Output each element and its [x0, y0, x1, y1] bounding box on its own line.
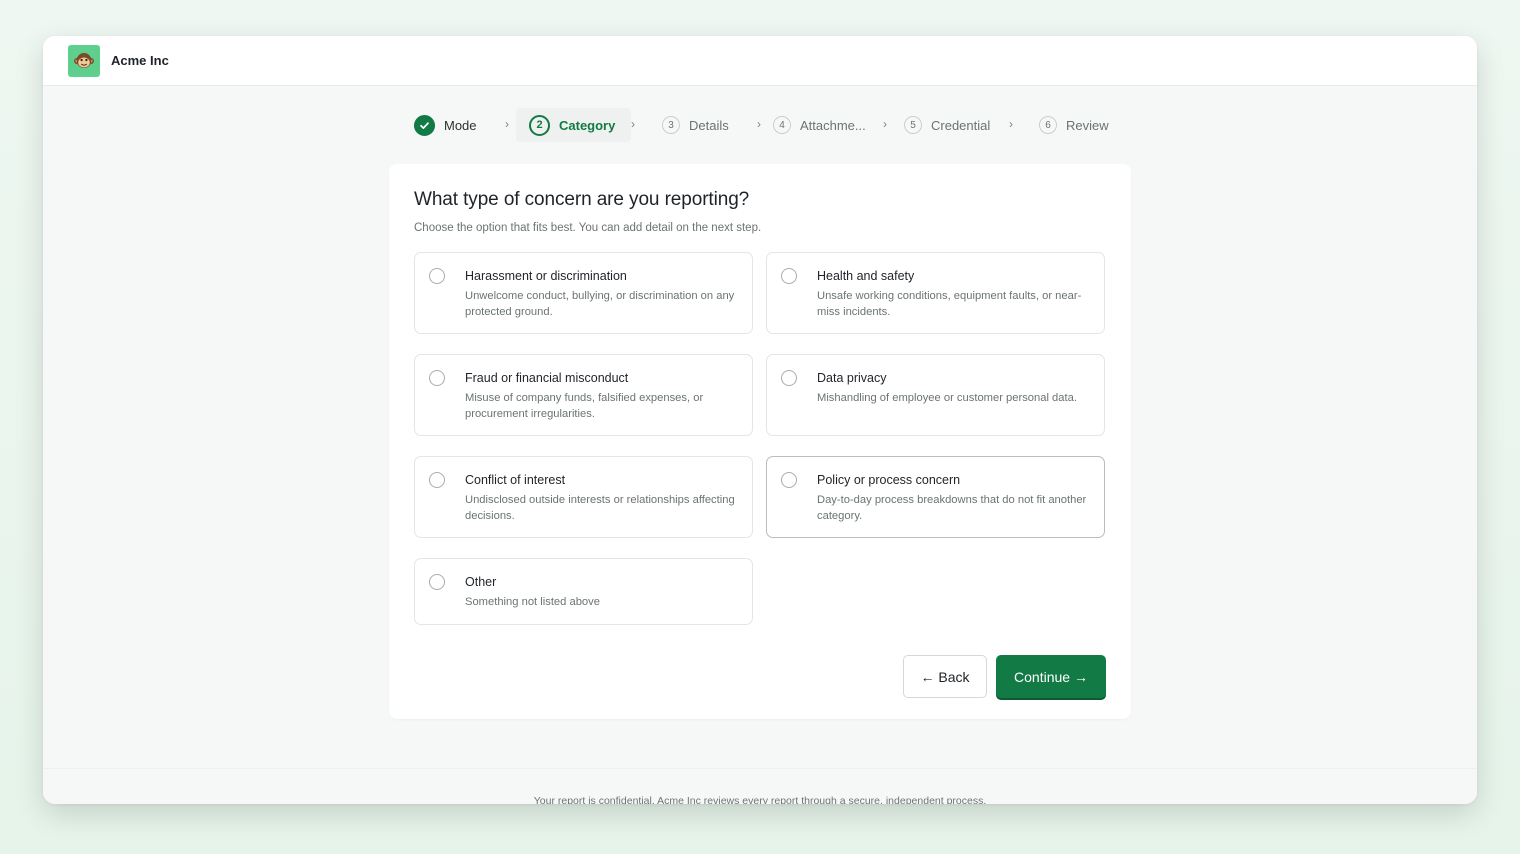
option-policy-process[interactable]: Policy or process concern Day-to-day pro…: [766, 456, 1105, 538]
chevron-right-icon: ›: [1009, 117, 1013, 131]
chevron-right-icon: ›: [757, 117, 761, 131]
radio-button[interactable]: [781, 370, 797, 386]
company-name: Acme Inc: [111, 53, 169, 68]
option-title: Fraud or financial misconduct: [465, 371, 629, 385]
top-bar: Acme Inc: [43, 36, 1477, 86]
option-title: Policy or process concern: [817, 473, 961, 487]
step-number: 6: [1039, 116, 1057, 134]
option-description: Misuse of company funds, falsified expen…: [465, 392, 704, 420]
radio-button[interactable]: [429, 472, 445, 488]
page-subtitle: Choose the option that fits best. You ca…: [414, 222, 762, 234]
option-title: Conflict of interest: [465, 473, 566, 487]
category-card: What type of concern are you reporting? …: [389, 164, 1131, 719]
step-label: Details: [689, 117, 729, 133]
step-number: 4: [773, 116, 791, 134]
step-number: 3: [662, 116, 680, 134]
progress-stepper: Mode › 2 Category › 3 Details › 4 Attach…: [43, 108, 1477, 142]
step-mode[interactable]: Mode: [414, 108, 477, 142]
step-label: Review: [1066, 117, 1109, 133]
option-health-safety[interactable]: Health and safety Unsafe working conditi…: [766, 252, 1105, 334]
option-title: Data privacy: [817, 371, 887, 385]
option-data-privacy[interactable]: Data privacy Mishandling of employee or …: [766, 354, 1105, 436]
step-label: Credential: [931, 117, 991, 133]
step-label: Category: [559, 117, 616, 133]
option-title: Other: [465, 575, 497, 589]
step-number: 2: [529, 114, 550, 136]
option-harassment[interactable]: Harassment or discrimination Unwelcome c…: [414, 252, 753, 334]
option-description: Day-to-day process breakdowns that do no…: [817, 494, 1087, 522]
chevron-right-icon: ›: [631, 117, 635, 131]
option-description: Undisclosed outside interests or relatio…: [465, 494, 735, 522]
chevron-right-icon: ›: [883, 117, 887, 131]
monkey-icon: [68, 44, 100, 77]
continue-button[interactable]: Continue →: [996, 655, 1106, 698]
radio-button[interactable]: [781, 268, 797, 284]
step-number: 5: [904, 116, 922, 134]
app-window: Acme Inc Mode › 2 Category › 3 Details ›…: [43, 36, 1477, 804]
radio-button[interactable]: [429, 268, 445, 284]
radio-button[interactable]: [429, 370, 445, 386]
option-description: Unsafe working conditions, equipment fau…: [817, 290, 1082, 318]
radio-button[interactable]: [429, 574, 445, 590]
radio-button[interactable]: [781, 472, 797, 488]
option-title: Harassment or discrimination: [465, 269, 627, 283]
step-review[interactable]: 6 Review: [1039, 108, 1109, 142]
option-conflict-of-interest[interactable]: Conflict of interest Undisclosed outside…: [414, 456, 753, 538]
option-description: Unwelcome conduct, bullying, or discrimi…: [465, 290, 735, 318]
step-category[interactable]: 2 Category: [516, 108, 632, 142]
page-title: What type of concern are you reporting?: [414, 189, 750, 210]
option-description: Mishandling of employee or customer pers…: [817, 392, 1077, 404]
footer-text: Your report is confidential. Acme Inc re…: [533, 795, 987, 804]
chevron-right-icon: ›: [505, 117, 509, 131]
step-attachments[interactable]: 4 Attachme...: [773, 108, 866, 142]
step-credential[interactable]: 5 Credential: [904, 108, 990, 142]
option-other[interactable]: Other Something not listed above: [414, 558, 753, 625]
option-description: Something not listed above: [465, 596, 600, 608]
step-label: Attachme...: [800, 117, 866, 133]
option-fraud[interactable]: Fraud or financial misconduct Misuse of …: [414, 354, 753, 436]
step-label: Mode: [444, 117, 477, 133]
footer: Your report is confidential. Acme Inc re…: [43, 768, 1477, 804]
check-icon: [414, 114, 435, 136]
option-title: Health and safety: [817, 269, 915, 283]
back-button[interactable]: ← Back: [903, 655, 987, 698]
step-details[interactable]: 3 Details: [662, 108, 729, 142]
